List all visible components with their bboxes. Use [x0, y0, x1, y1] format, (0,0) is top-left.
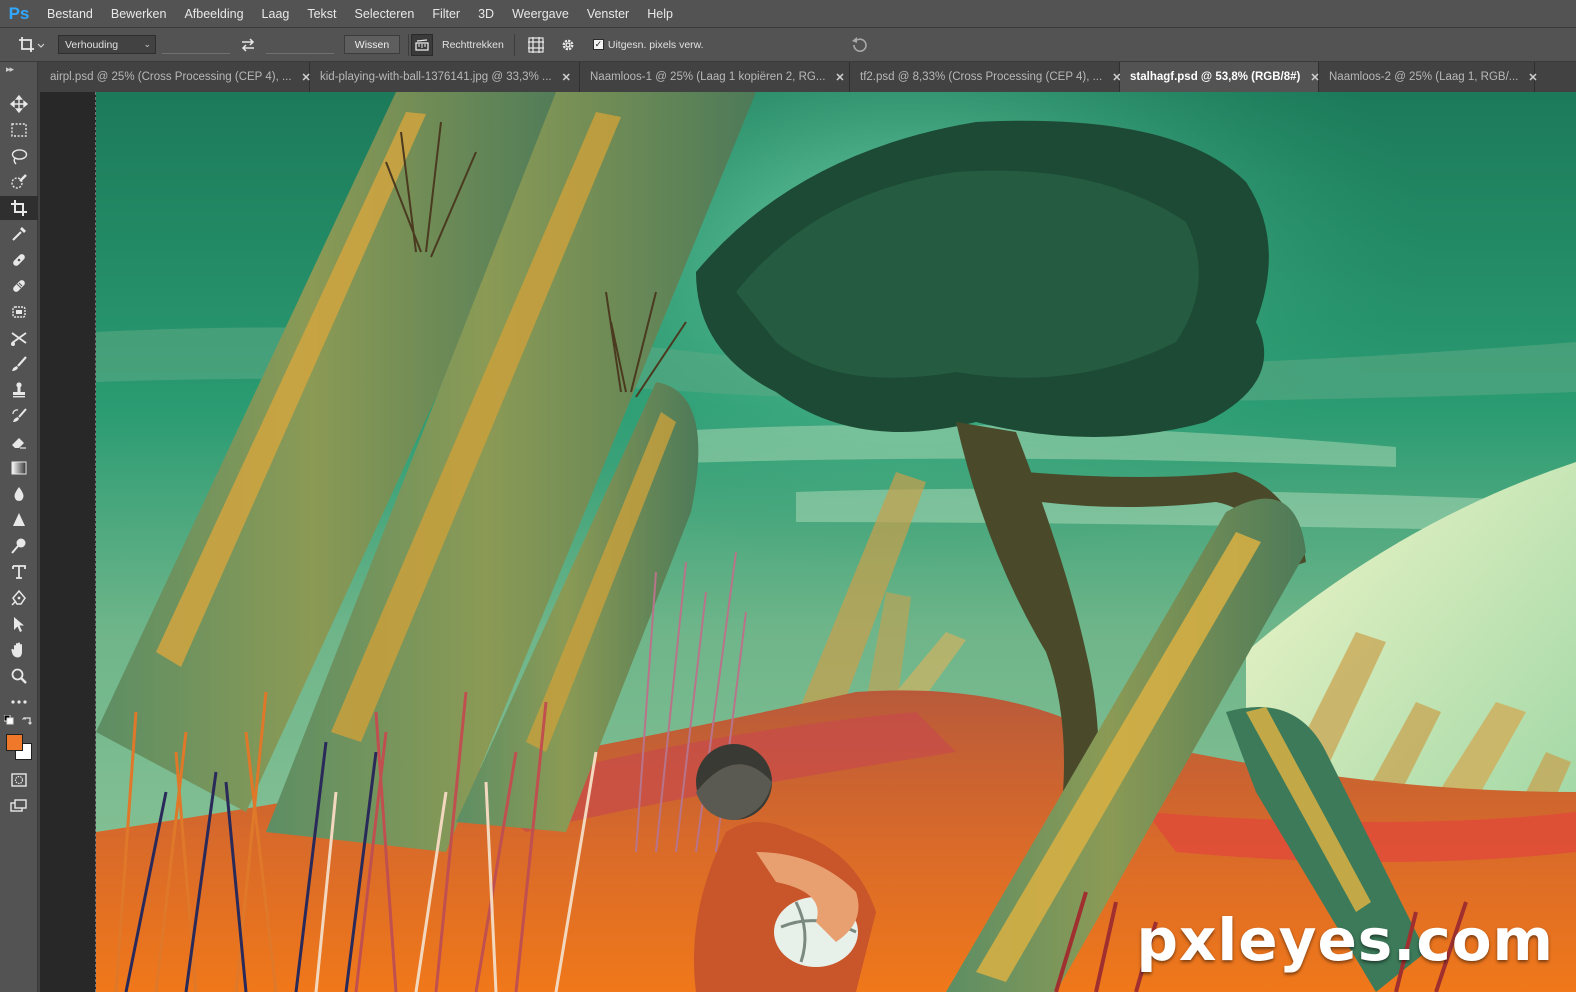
- reset-icon[interactable]: [850, 36, 868, 53]
- straighten-icon[interactable]: [411, 33, 433, 56]
- menu-3d[interactable]: 3D: [469, 0, 503, 28]
- menu-bewerken[interactable]: Bewerken: [102, 0, 176, 28]
- color-swatches: [3, 714, 36, 764]
- menu-selecteren[interactable]: Selecteren: [346, 0, 424, 28]
- menu-venster[interactable]: Venster: [578, 0, 638, 28]
- straighten-label: Rechttrekken: [442, 38, 504, 51]
- grid-overlay-icon[interactable]: [527, 36, 545, 54]
- document-canvas[interactable]: pxleyes.com: [96, 92, 1576, 992]
- default-colors-icon[interactable]: [3, 714, 14, 728]
- tab-label: Naamloos-1 @ 25% (Laag 1 kopiëren 2, RG.…: [590, 71, 826, 83]
- stamp-icon[interactable]: [0, 378, 38, 402]
- options-bar: Verhouding ⌄ Wissen Rechttrekken ✓ Uitge…: [0, 28, 1576, 62]
- swap-colors-icon[interactable]: [22, 714, 33, 728]
- swap-arrows-icon[interactable]: [240, 37, 256, 52]
- painting-artwork: [96, 92, 1576, 992]
- tab-label: airpl.psd @ 25% (Cross Processing (CEP 4…: [50, 71, 292, 83]
- type-icon[interactable]: [0, 560, 38, 584]
- document-tab-active[interactable]: stalhagf.psd @ 53,8% (RGB/8#) ✕: [1120, 62, 1320, 92]
- canvas-area[interactable]: pxleyes.com: [40, 92, 1576, 992]
- dodge-icon[interactable]: [0, 534, 38, 558]
- blur-icon[interactable]: [0, 482, 38, 506]
- divider: [513, 33, 515, 56]
- close-icon[interactable]: ✕: [562, 71, 571, 84]
- pen-icon[interactable]: [0, 586, 38, 610]
- hand-icon[interactable]: [0, 638, 38, 662]
- tools-panel: ▸▸: [0, 62, 38, 992]
- content-move-icon[interactable]: [0, 326, 38, 350]
- ratio-width-field[interactable]: [162, 35, 230, 54]
- more-tools-icon[interactable]: [0, 690, 38, 714]
- close-icon[interactable]: ✕: [1528, 71, 1537, 84]
- tab-label: kid-playing-with-ball-1376141.jpg @ 33,3…: [320, 71, 552, 83]
- crop-icon[interactable]: [0, 196, 38, 220]
- menu-laag[interactable]: Laag: [253, 0, 299, 28]
- menu-bestand[interactable]: Bestand: [38, 0, 102, 28]
- foreground-color-swatch[interactable]: [6, 734, 23, 751]
- document-tab[interactable]: tf2.psd @ 8,33% (Cross Processing (CEP 4…: [850, 62, 1121, 92]
- menu-weergave[interactable]: Weergave: [503, 0, 578, 28]
- marquee-icon[interactable]: [0, 118, 38, 142]
- history-brush-icon[interactable]: [0, 404, 38, 428]
- sharpen-icon[interactable]: [0, 508, 38, 532]
- chevron-down-icon: ⌄: [143, 39, 151, 49]
- lasso-icon[interactable]: [0, 144, 38, 168]
- spot-heal-icon[interactable]: [0, 248, 38, 272]
- eyedropper-icon[interactable]: [0, 222, 38, 246]
- eraser-icon[interactable]: [0, 430, 38, 454]
- document-tabs: airpl.psd @ 25% (Cross Processing (CEP 4…: [40, 62, 1576, 92]
- document-tab[interactable]: kid-playing-with-ball-1376141.jpg @ 33,3…: [310, 62, 580, 92]
- document-tab[interactable]: Naamloos-2 @ 25% (Laag 1, RGB/... ✕: [1319, 62, 1538, 92]
- menu-help[interactable]: Help: [638, 0, 682, 28]
- path-select-icon[interactable]: [0, 612, 38, 636]
- watermark-text: pxleyes.com: [1136, 906, 1554, 974]
- move-icon[interactable]: [0, 92, 38, 116]
- gradient-icon[interactable]: [0, 456, 38, 480]
- close-icon[interactable]: ✕: [835, 71, 844, 84]
- delete-cropped-checkbox[interactable]: ✓: [592, 39, 604, 50]
- zoom-icon[interactable]: [0, 664, 38, 688]
- tab-label: stalhagf.psd @ 53,8% (RGB/8#): [1130, 71, 1301, 83]
- menu-bar: Ps Bestand Bewerken Afbeelding Laag Teks…: [0, 0, 1576, 28]
- brush-icon[interactable]: [0, 352, 38, 376]
- ratio-select[interactable]: Verhouding ⌄: [58, 35, 156, 54]
- menu-filter[interactable]: Filter: [423, 0, 469, 28]
- tab-label: Naamloos-2 @ 25% (Laag 1, RGB/...: [1329, 71, 1519, 83]
- ratio-height-field[interactable]: [266, 35, 334, 54]
- delete-cropped-label: Uitgesn. pixels verw.: [607, 38, 704, 51]
- quick-mask-icon[interactable]: [0, 768, 38, 792]
- menu-afbeelding[interactable]: Afbeelding: [175, 0, 252, 28]
- gear-icon[interactable]: [559, 36, 577, 54]
- divider: [408, 33, 409, 56]
- crop-tool-preset-icon[interactable]: [18, 36, 44, 54]
- clear-button[interactable]: Wissen: [344, 35, 400, 54]
- photoshop-logo: Ps: [8, 3, 30, 23]
- patch-icon[interactable]: [0, 300, 38, 324]
- document-tab[interactable]: airpl.psd @ 25% (Cross Processing (CEP 4…: [40, 62, 311, 92]
- bandage-icon[interactable]: [0, 274, 38, 298]
- menu-tekst[interactable]: Tekst: [298, 0, 345, 28]
- tab-label: tf2.psd @ 8,33% (Cross Processing (CEP 4…: [860, 71, 1103, 83]
- screen-mode-icon[interactable]: [0, 794, 38, 818]
- quick-select-icon[interactable]: [0, 170, 38, 194]
- collapse-panel-icon[interactable]: ▸▸: [6, 64, 14, 75]
- ratio-select-value: Verhouding: [65, 38, 119, 51]
- document-tab[interactable]: Naamloos-1 @ 25% (Laag 1 kopiëren 2, RG.…: [580, 62, 850, 92]
